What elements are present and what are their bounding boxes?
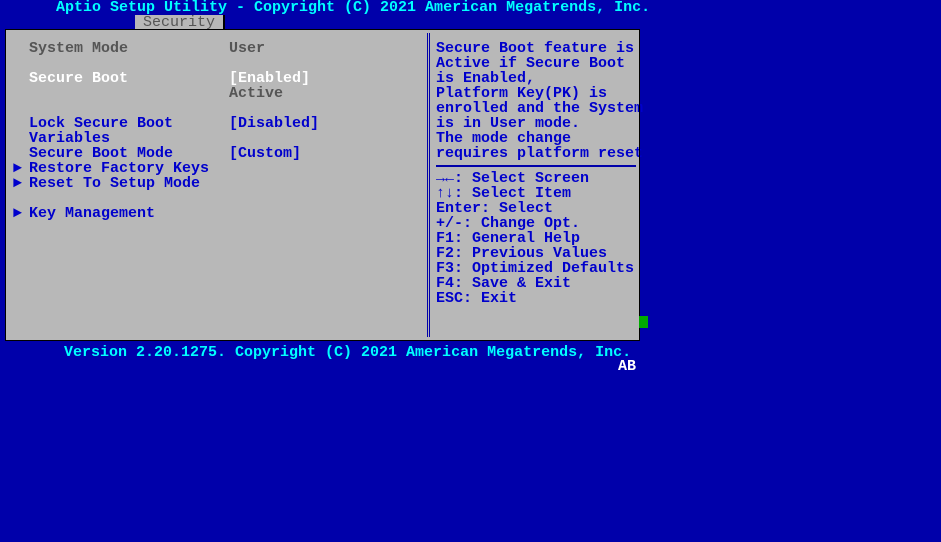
help-desc: is Enabled,: [436, 71, 643, 86]
help-separator: [436, 165, 636, 167]
tab-security[interactable]: Security: [135, 15, 225, 30]
label-restore: Restore Factory Keys: [29, 161, 229, 176]
value-secure-boot: [Enabled]: [229, 71, 310, 86]
help-key: F4: Save & Exit: [436, 276, 643, 291]
label-sb-mode: Secure Boot Mode: [29, 146, 229, 161]
row-system-mode: System Mode User: [13, 41, 427, 56]
footer-version: Version 2.20.1275. Copyright (C) 2021 Am…: [0, 345, 941, 360]
label-reset: Reset To Setup Mode: [29, 176, 229, 191]
help-pane: Secure Boot feature is Active if Secure …: [427, 33, 649, 337]
help-key: →←: Select Screen: [436, 171, 643, 186]
row-secure-boot[interactable]: Secure Boot [Enabled]: [13, 71, 427, 86]
help-key: F2: Previous Values: [436, 246, 643, 261]
help-desc: The mode change: [436, 131, 643, 146]
label-system-mode: System Mode: [29, 41, 229, 56]
row-reset-to-setup-mode[interactable]: ► Reset To Setup Mode: [13, 176, 427, 191]
settings-pane: System Mode User Secure Boot [Enabled] A…: [9, 33, 427, 337]
help-key: F3: Optimized Defaults: [436, 261, 643, 276]
help-key: ↑↓: Select Item: [436, 186, 643, 201]
help-desc: is in User mode.: [436, 116, 643, 131]
value-lock-vars: [Disabled]: [229, 116, 319, 131]
help-key: ESC: Exit: [436, 291, 643, 306]
help-key: +/-: Change Opt.: [436, 216, 643, 231]
submenu-arrow-icon: ►: [13, 176, 29, 191]
label-lock-vars: Lock Secure Boot: [29, 116, 229, 131]
value-sb-mode: [Custom]: [229, 146, 301, 161]
row-restore-factory-keys[interactable]: ► Restore Factory Keys: [13, 161, 427, 176]
help-key: F1: General Help: [436, 231, 643, 246]
title-bar: Aptio Setup Utility - Copyright (C) 2021…: [0, 0, 941, 15]
row-key-management[interactable]: ► Key Management: [13, 206, 427, 221]
value-system-mode: User: [229, 41, 265, 56]
badge-ab: AB: [618, 359, 636, 374]
label-lock-vars-2: Variables: [29, 131, 229, 146]
row-lock-secure-boot-vars-2: Variables: [13, 131, 427, 146]
help-key: Enter: Select: [436, 201, 643, 216]
row-secure-boot-mode[interactable]: Secure Boot Mode [Custom]: [13, 146, 427, 161]
help-desc: Platform Key(PK) is: [436, 86, 643, 101]
value-secure-boot-state: Active: [229, 86, 283, 101]
help-desc: Secure Boot feature is: [436, 41, 643, 56]
tab-bar: Security: [0, 15, 941, 30]
text-cursor: [639, 316, 648, 328]
help-desc: enrolled and the System: [436, 101, 643, 116]
label-keymgmt: Key Management: [29, 206, 229, 221]
label-secure-boot: Secure Boot: [29, 71, 229, 86]
help-desc: Active if Secure Boot: [436, 56, 643, 71]
submenu-arrow-icon: ►: [13, 206, 29, 221]
submenu-arrow-icon: ►: [13, 161, 29, 176]
row-lock-secure-boot-vars[interactable]: Lock Secure Boot [Disabled]: [13, 116, 427, 131]
bios-window: System Mode User Secure Boot [Enabled] A…: [6, 30, 639, 340]
row-secure-boot-state: Active: [13, 86, 427, 101]
help-desc: requires platform reset: [436, 146, 643, 161]
